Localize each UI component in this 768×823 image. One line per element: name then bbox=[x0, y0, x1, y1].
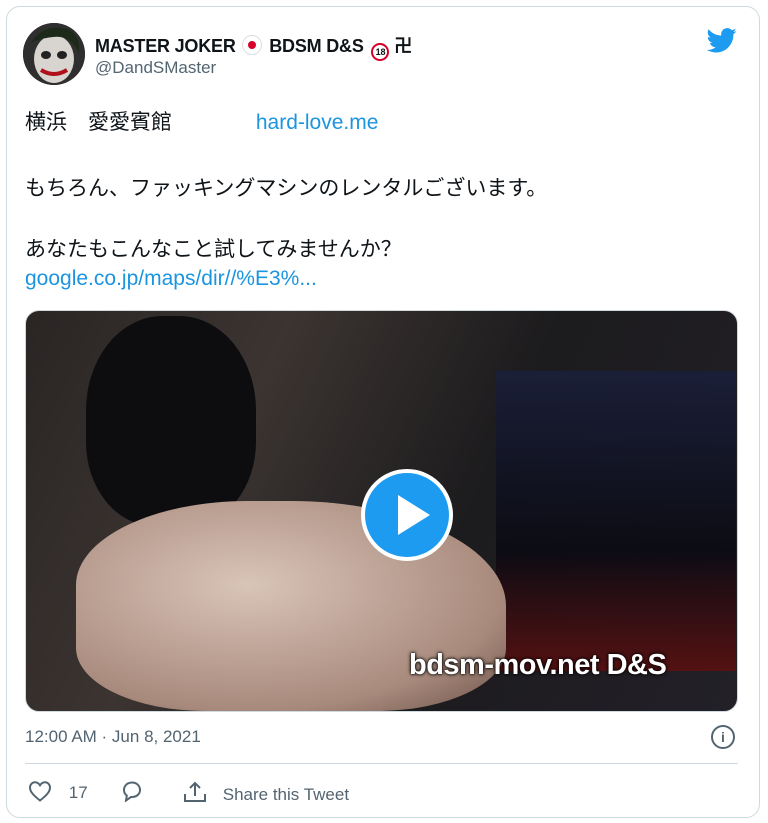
japan-flag-icon bbox=[242, 35, 263, 55]
manji-symbol: 卍 bbox=[394, 36, 413, 56]
venue-name: 横浜 愛愛賓館 bbox=[25, 111, 172, 134]
like-count: 17 bbox=[68, 783, 88, 802]
divider bbox=[25, 763, 738, 764]
tweet-line-3: あなたもこんなこと試してみませんか？ bbox=[25, 238, 402, 261]
play-button-icon[interactable] bbox=[361, 469, 453, 561]
twitter-bird-icon[interactable] bbox=[707, 28, 737, 53]
reply-button[interactable] bbox=[120, 780, 144, 803]
video-watermark: bdsm-mov.net D&S bbox=[409, 649, 667, 681]
info-icon[interactable]: i bbox=[711, 725, 735, 749]
heart-icon bbox=[28, 780, 52, 802]
maps-link[interactable]: google.co.jp/maps/dir//%E3%... bbox=[25, 267, 317, 291]
tweet-line-2: もちろん、ファッキングマシンのレンタルございます。 bbox=[25, 177, 548, 200]
tweet-line-1: 横浜 愛愛賓館 hard-love.me bbox=[25, 106, 378, 136]
like-button[interactable]: 17 bbox=[28, 780, 88, 803]
share-button[interactable]: Share this Tweet bbox=[182, 780, 349, 805]
reply-bubble-icon bbox=[120, 780, 144, 802]
no-under-18-icon: 18 bbox=[371, 43, 390, 61]
share-upload-icon bbox=[182, 780, 208, 804]
display-name-text: MASTER JOKER bbox=[95, 36, 236, 56]
tweet-timestamp[interactable]: 12:00 AM · Jun 8, 2021 bbox=[25, 727, 201, 747]
thumbnail-shape bbox=[86, 316, 256, 526]
share-label: Share this Tweet bbox=[222, 785, 350, 804]
video-thumbnail[interactable]: bdsm-mov.net D&S bbox=[25, 310, 738, 712]
author-handle[interactable]: @DandSMaster bbox=[95, 58, 216, 78]
author-display-name[interactable]: MASTER JOKER BDSM D&S 18 卍 bbox=[95, 32, 412, 61]
display-name-suffix: BDSM D&S bbox=[269, 36, 364, 56]
thumbnail-shape bbox=[496, 371, 736, 671]
avatar[interactable] bbox=[23, 23, 85, 85]
venue-link[interactable]: hard-love.me bbox=[256, 111, 379, 134]
